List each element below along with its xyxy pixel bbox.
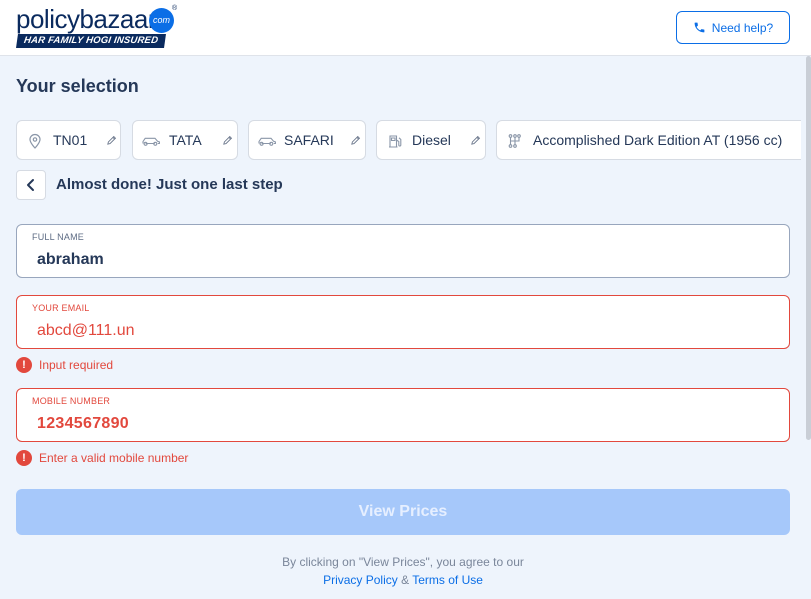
- terms-prefix: By clicking on "View Prices", you agree …: [282, 555, 524, 569]
- chip-fuel-label: Diesel: [412, 132, 451, 148]
- policybazaar-logo[interactable]: policybazaar com ® HAR FAMILY HOGI INSUR…: [16, 4, 186, 50]
- phone-icon: [694, 22, 705, 33]
- need-help-label: Need help?: [711, 20, 774, 35]
- location-pin-icon: [29, 133, 41, 149]
- fuel-pump-icon: [389, 135, 402, 148]
- mobile-number-label: MOBILE NUMBER: [32, 396, 111, 406]
- logo-registered-mark: ®: [172, 5, 178, 12]
- full-name-input[interactable]: [37, 249, 737, 271]
- chip-fuel[interactable]: Diesel: [376, 120, 486, 160]
- view-prices-button[interactable]: View Prices: [16, 489, 790, 535]
- email-error-message: ! Input required: [16, 357, 113, 373]
- full-name-field[interactable]: FULL NAME: [16, 224, 790, 278]
- chip-rto[interactable]: TN01: [16, 120, 121, 160]
- chevron-left-icon: [27, 179, 34, 191]
- error-alert-icon: !: [16, 357, 32, 373]
- pencil-icon[interactable]: [106, 135, 117, 146]
- back-button[interactable]: [16, 170, 46, 200]
- logo-dotcom-badge: com: [149, 8, 174, 33]
- chip-model-label: SAFARI: [284, 132, 334, 148]
- chip-rto-label: TN01: [53, 132, 88, 148]
- error-alert-icon: !: [16, 450, 32, 466]
- logo-wordmark: policybazaar: [16, 4, 156, 34]
- gear-shift-icon: [508, 134, 521, 148]
- top-header: policybazaar com ® HAR FAMILY HOGI INSUR…: [0, 0, 811, 56]
- terms-ampersand: &: [401, 573, 410, 587]
- pencil-icon[interactable]: [470, 135, 481, 146]
- full-name-label: FULL NAME: [32, 232, 84, 242]
- chip-variant-label: Accomplished Dark Edition AT (1956 cc): [533, 132, 783, 148]
- car-icon: [142, 137, 160, 146]
- mobile-number-input[interactable]: [37, 413, 737, 435]
- need-help-button[interactable]: Need help?: [676, 11, 790, 44]
- privacy-policy-link[interactable]: Privacy Policy: [323, 573, 398, 587]
- terms-of-use-link[interactable]: Terms of Use: [412, 573, 483, 587]
- mobile-number-field[interactable]: MOBILE NUMBER: [16, 388, 790, 442]
- chip-brand[interactable]: TATA: [132, 120, 238, 160]
- logo-tagline: HAR FAMILY HOGI INSURED: [16, 34, 166, 48]
- pencil-icon[interactable]: [350, 135, 361, 146]
- mobile-error-text: Enter a valid mobile number: [39, 451, 189, 465]
- email-label: YOUR EMAIL: [32, 303, 90, 313]
- chip-brand-label: TATA: [169, 132, 202, 148]
- pencil-icon[interactable]: [222, 135, 233, 146]
- scrollbar-thumb[interactable]: [806, 56, 811, 440]
- email-error-text: Input required: [39, 358, 114, 372]
- mobile-error-message: ! Enter a valid mobile number: [16, 450, 188, 466]
- your-selection-title: Your selection: [16, 76, 139, 96]
- chip-model[interactable]: SAFARI: [248, 120, 366, 160]
- step-title: Almost done! Just one last step: [56, 176, 283, 193]
- chip-variant[interactable]: Accomplished Dark Edition AT (1956 cc): [496, 120, 801, 160]
- page-scrollbar[interactable]: [806, 56, 811, 599]
- email-field[interactable]: YOUR EMAIL: [16, 295, 790, 349]
- email-input[interactable]: [37, 320, 737, 342]
- car-icon: [258, 137, 276, 146]
- terms-disclaimer: By clicking on "View Prices", you agree …: [0, 553, 806, 589]
